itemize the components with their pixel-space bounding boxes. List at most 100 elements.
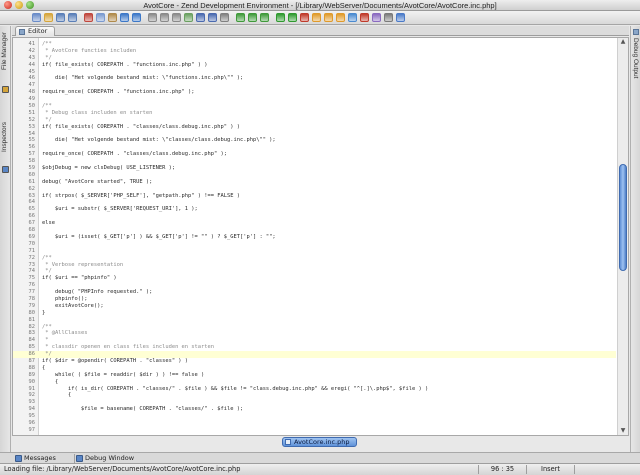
copy-icon[interactable] xyxy=(96,13,105,22)
code-line[interactable]: 46 die( "Het volgende bestand mist: \"fu… xyxy=(13,75,616,82)
scroll-thumb[interactable] xyxy=(619,164,627,271)
indent-icon[interactable] xyxy=(196,13,205,22)
code-line[interactable]: 45 xyxy=(13,69,616,76)
code-line[interactable]: 43 */ xyxy=(13,55,616,62)
code-line[interactable]: 79 exitAvotCore(); xyxy=(13,303,616,310)
code-area[interactable]: 41/** 42 * AvotCore functies includen 43 *… xyxy=(13,41,616,434)
code-line[interactable]: 44 if( file_exists( COREPATH . "functions… xyxy=(13,62,616,69)
code-editor[interactable]: 41/** 42 * AvotCore functies includen 43 *… xyxy=(12,37,629,436)
code-line[interactable]: 68 xyxy=(13,227,616,234)
code-line[interactable]: 71 xyxy=(13,248,616,255)
run-to-cursor-icon[interactable] xyxy=(348,13,357,22)
code-line[interactable]: 57 require_once( COREPATH . "classes/clas… xyxy=(13,151,616,158)
code-line[interactable]: 48 require_once( COREPATH . "functions.in… xyxy=(13,89,616,96)
document-tab[interactable]: AvotCore.inc.php xyxy=(282,437,357,447)
run-icon[interactable] xyxy=(276,13,285,22)
scroll-up-icon[interactable]: ▲ xyxy=(620,39,626,45)
code-line[interactable]: 47 xyxy=(13,82,616,89)
outdent-icon[interactable] xyxy=(208,13,217,22)
code-line[interactable]: 81 xyxy=(13,317,616,324)
code-line[interactable]: 60 xyxy=(13,172,616,179)
code-line[interactable]: 88 { xyxy=(13,365,616,372)
scroll-down-icon[interactable]: ▼ xyxy=(620,428,626,434)
code-line[interactable]: 78 phpinfo(); xyxy=(13,296,616,303)
code-line[interactable]: 51 * Debug class includen en starten xyxy=(13,110,616,117)
code-line[interactable]: 76 xyxy=(13,282,616,289)
code-line[interactable]: 93 xyxy=(13,399,616,406)
code-line[interactable]: 52 */ xyxy=(13,117,616,124)
undo-icon[interactable] xyxy=(120,13,129,22)
tab-inspectors[interactable]: Inspectors xyxy=(0,122,11,174)
find-next-icon[interactable] xyxy=(160,13,169,22)
code-line[interactable]: 72 /** xyxy=(13,255,616,262)
code-line[interactable]: 50 /** xyxy=(13,103,616,110)
code-line[interactable]: 58 xyxy=(13,158,616,165)
tab-debug-output[interactable]: Debug Output xyxy=(632,38,639,78)
tab-debug-window[interactable]: Debug Window xyxy=(74,454,144,463)
code-line[interactable]: 55 die( "Het volgende bestand mist: \"cl… xyxy=(13,137,616,144)
code-line[interactable]: 69 $uri = (isset( $_GET['p'] ) && $_GET[… xyxy=(13,234,616,241)
paste-icon[interactable] xyxy=(108,13,117,22)
code-line[interactable]: 82 /** xyxy=(13,324,616,331)
code-line[interactable]: 95 xyxy=(13,413,616,420)
code-line[interactable]: 64 xyxy=(13,199,616,206)
step-out-icon[interactable] xyxy=(336,13,345,22)
code-line[interactable]: 96 xyxy=(13,420,616,427)
code-line[interactable]: 61 debug( "AvotCore started", TRUE ); xyxy=(13,179,616,186)
code-line[interactable]: 91 if( is_dir( COREPATH . "classes/" . $… xyxy=(13,386,616,393)
open-icon[interactable] xyxy=(44,13,53,22)
find-icon[interactable] xyxy=(148,13,157,22)
help-icon[interactable] xyxy=(396,13,405,22)
prev-bookmark-icon[interactable] xyxy=(248,13,257,22)
code-line[interactable]: 67 else xyxy=(13,220,616,227)
vertical-scrollbar[interactable]: ▲ ▼ xyxy=(617,38,628,435)
goto-line-icon[interactable] xyxy=(184,13,193,22)
profile-icon[interactable] xyxy=(384,13,393,22)
step-over-icon[interactable] xyxy=(324,13,333,22)
code-line[interactable]: 80} xyxy=(13,310,616,317)
tab-editor[interactable]: Editor xyxy=(15,26,55,36)
code-line[interactable]: 97 xyxy=(13,427,616,434)
bookmark-icon[interactable] xyxy=(236,13,245,22)
title-bar[interactable]: AvotCore - Zend Development Environment … xyxy=(0,0,640,11)
new-file-icon[interactable] xyxy=(32,13,41,22)
redo-icon[interactable] xyxy=(132,13,141,22)
code-line[interactable]: 65 $uri = substr( $_SERVER['REQUEST_URI'… xyxy=(13,206,616,213)
save-icon[interactable] xyxy=(56,13,65,22)
code-line[interactable]: 86 */ xyxy=(13,351,616,358)
code-line[interactable]: 63 if( strpos( $_SERVER['PHP_SELF'], "get… xyxy=(13,193,616,200)
code-line[interactable]: 56 xyxy=(13,144,616,151)
code-line[interactable]: 94 $file = basename( COREPATH . "classes… xyxy=(13,406,616,413)
step-into-icon[interactable] xyxy=(312,13,321,22)
code-line[interactable]: 70 xyxy=(13,241,616,248)
code-line[interactable]: 85 * classdir openen en class files incl… xyxy=(13,344,616,351)
code-line[interactable]: 41 /** xyxy=(13,41,616,48)
code-line[interactable]: 83 * @AllClasses xyxy=(13,330,616,337)
code-line[interactable]: 54 xyxy=(13,131,616,138)
code-line[interactable]: 53 if( file_exists( COREPATH . "classes/c… xyxy=(13,124,616,131)
code-line[interactable]: 84 * xyxy=(13,337,616,344)
save-all-icon[interactable] xyxy=(68,13,77,22)
breakpoint-icon[interactable] xyxy=(360,13,369,22)
code-line[interactable]: 90 { xyxy=(13,379,616,386)
code-line[interactable]: 73 * Verbose representation xyxy=(13,262,616,269)
stop-icon[interactable] xyxy=(300,13,309,22)
code-line[interactable]: 87 if( $dir = @opendir( COREPATH . "class… xyxy=(13,358,616,365)
code-line[interactable]: 89 while( ( $file = readdir( $dir ) ) !=… xyxy=(13,372,616,379)
watch-icon[interactable] xyxy=(372,13,381,22)
next-bookmark-icon[interactable] xyxy=(260,13,269,22)
replace-icon[interactable] xyxy=(172,13,181,22)
cut-icon[interactable] xyxy=(84,13,93,22)
tab-messages[interactable]: Messages xyxy=(14,454,70,463)
code-line[interactable]: 75 if( $uri == "phpinfo" ) xyxy=(13,275,616,282)
code-line[interactable]: 92 { xyxy=(13,392,616,399)
code-line[interactable]: 66 xyxy=(13,213,616,220)
debug-icon[interactable] xyxy=(288,13,297,22)
code-line[interactable]: 62 xyxy=(13,186,616,193)
comment-icon[interactable] xyxy=(220,13,229,22)
code-line[interactable]: 42 * AvotCore functies includen xyxy=(13,48,616,55)
code-line[interactable]: 77 debug( "PHPInfo requested." ); xyxy=(13,289,616,296)
code-line[interactable]: 74 */ xyxy=(13,268,616,275)
code-line[interactable]: 59 $objDebug = new clsDebug( USE_LISTENER… xyxy=(13,165,616,172)
code-line[interactable]: 49 xyxy=(13,96,616,103)
